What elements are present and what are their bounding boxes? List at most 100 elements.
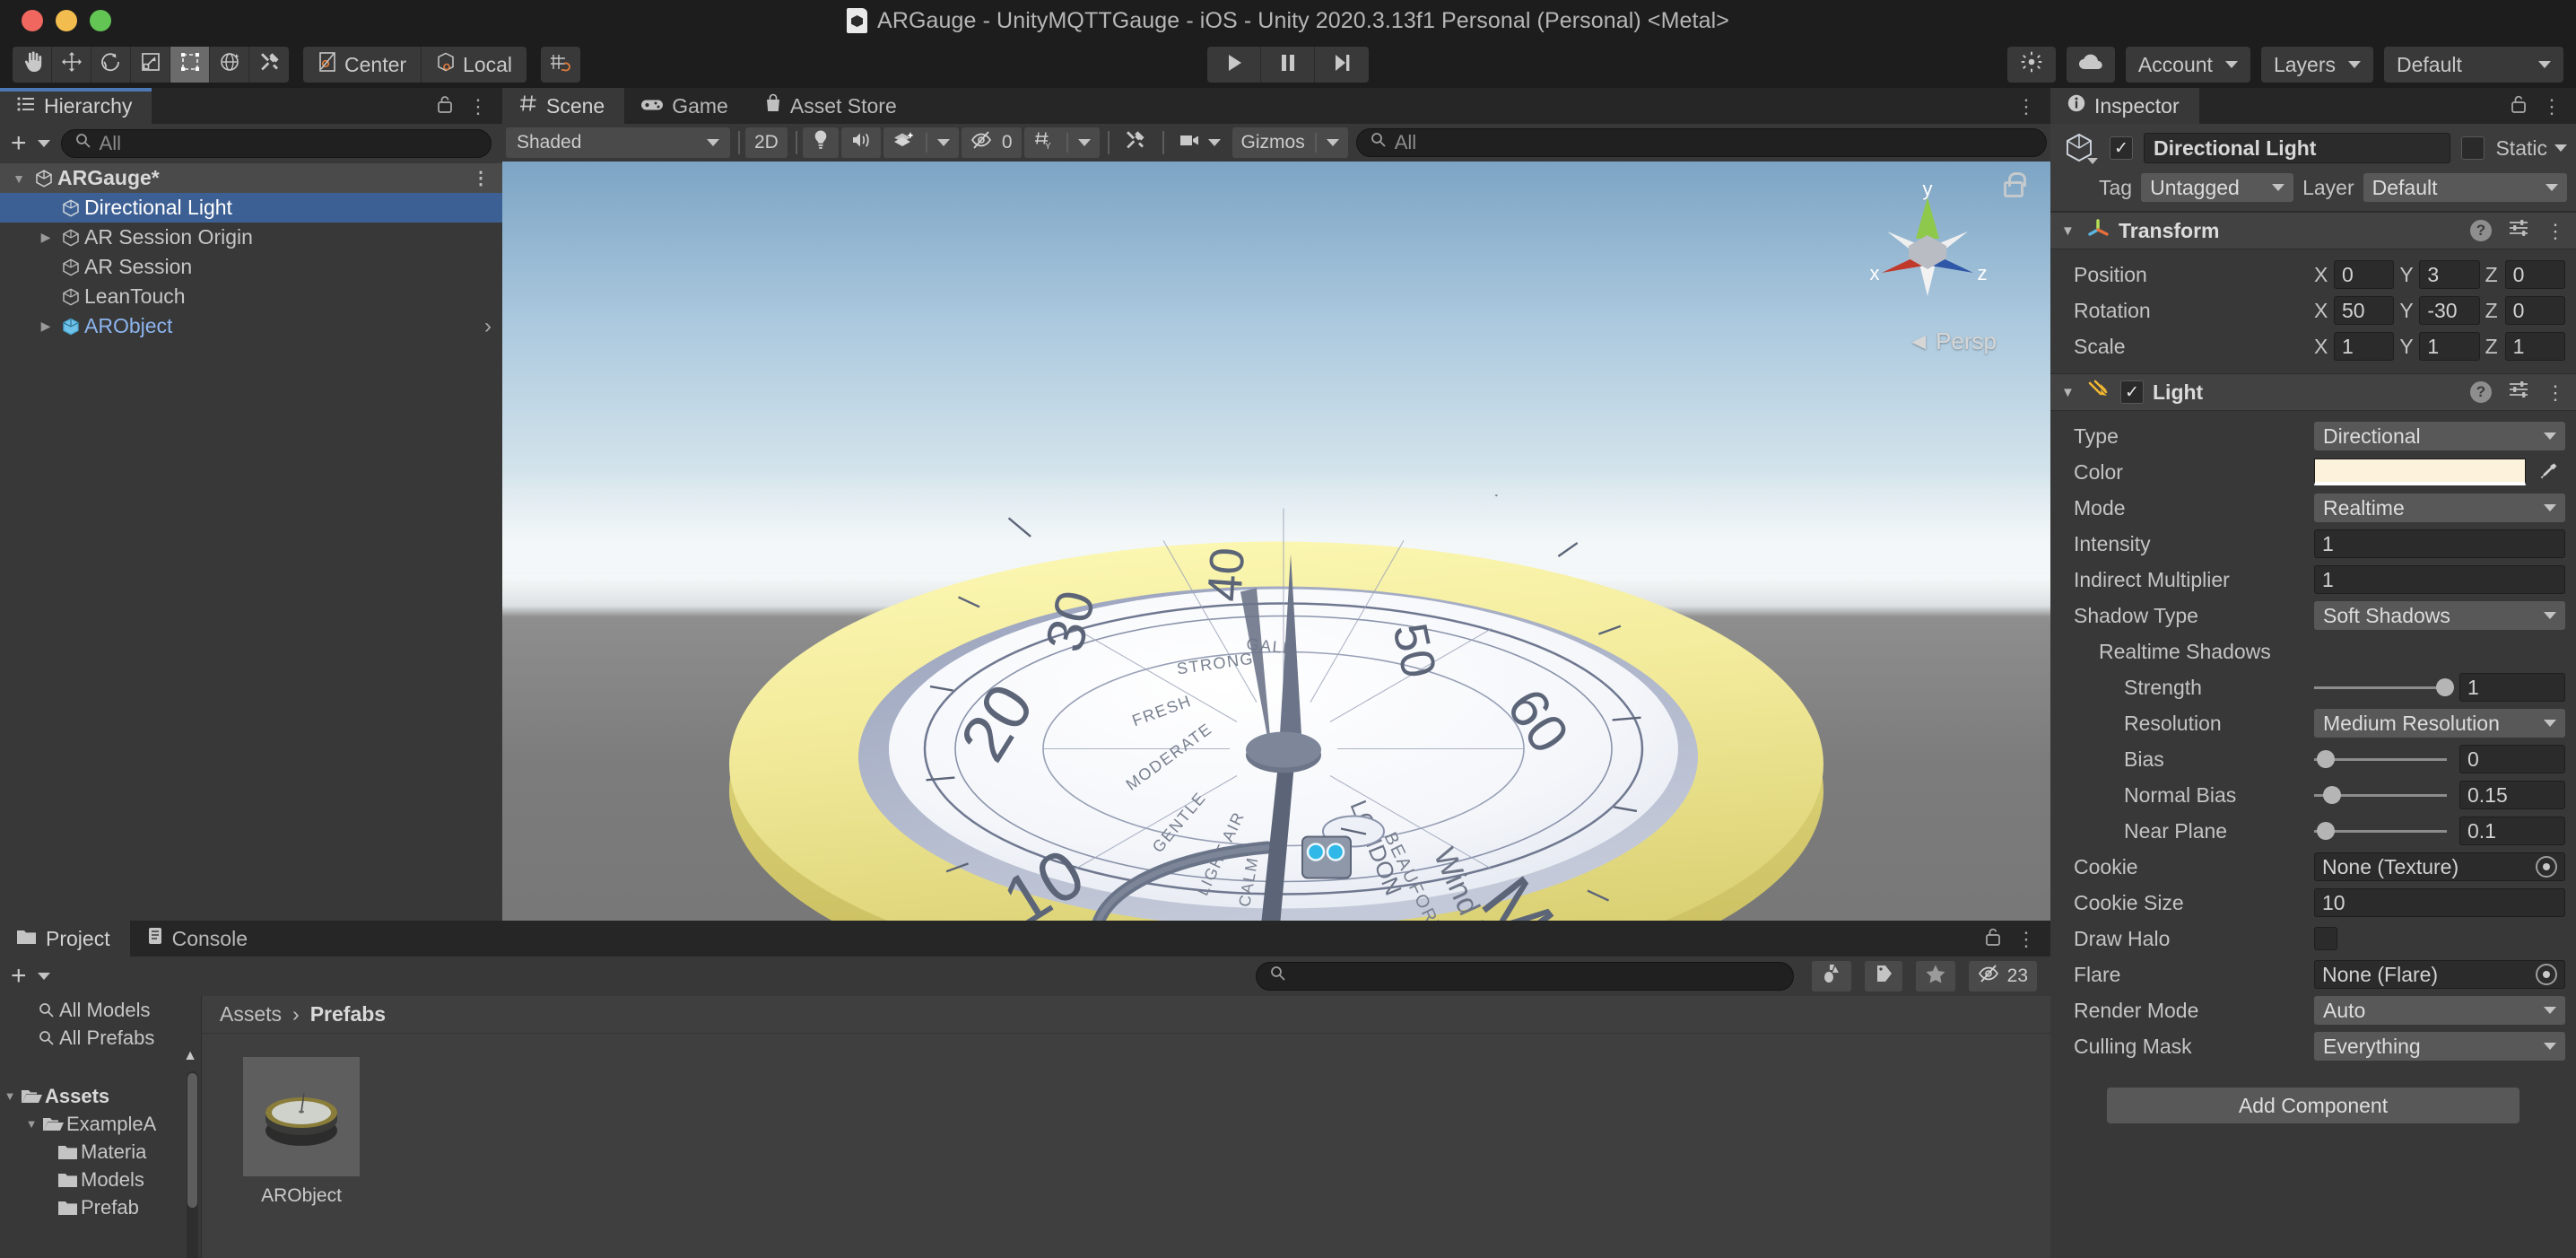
hierarchy-item-argauge[interactable]: ▼ ARGauge* ⋮ [0, 163, 502, 193]
filter-by-type-button[interactable] [1811, 961, 1851, 992]
account-dropdown[interactable]: Account [2125, 47, 2250, 83]
tab-project[interactable]: Project [0, 921, 130, 957]
object-picker-icon[interactable] [2536, 964, 2557, 985]
hierarchy-item-directional-light[interactable]: Directional Light [0, 193, 502, 223]
presets-icon[interactable] [2508, 380, 2529, 405]
help-icon[interactable]: ? [2470, 220, 2492, 241]
hierarchy-search-input[interactable]: All [60, 129, 492, 158]
position-y-input[interactable]: 3 [2419, 260, 2480, 289]
tree-item-all-prefabs[interactable]: All Prefabs [0, 1024, 201, 1052]
add-component-button[interactable]: Add Component [2107, 1088, 2519, 1123]
light-color-swatch[interactable] [2314, 459, 2526, 485]
create-object-button[interactable]: + [11, 130, 27, 157]
component-menu-icon[interactable]: ⋮ [2546, 221, 2565, 240]
tab-asset-store[interactable]: Asset Store [747, 88, 917, 124]
help-icon[interactable]: ? [2470, 381, 2492, 403]
normal-bias-input[interactable]: 0.15 [2459, 781, 2565, 809]
tree-item-models[interactable]: Models [0, 1166, 201, 1193]
draw-halo-checkbox[interactable] [2314, 927, 2337, 950]
scene-grid-dropdown[interactable]: Y [1023, 127, 1100, 158]
tree-item-exampleassets[interactable]: ▼ ExampleA [0, 1110, 201, 1138]
eyedropper-icon[interactable] [2531, 461, 2565, 483]
pivot-mode-button[interactable]: Center [303, 47, 422, 83]
scale-z-input[interactable]: 1 [2504, 332, 2565, 361]
projection-label[interactable]: ◄ Persp [1907, 328, 1997, 355]
cookie-size-input[interactable]: 10 [2314, 888, 2565, 917]
scroll-up-arrow-icon[interactable]: ▲ [183, 1048, 197, 1064]
tree-item-all-models[interactable]: All Models [0, 996, 201, 1024]
scene-camera-dropdown[interactable] [1170, 127, 1230, 158]
padlock-icon[interactable] [1984, 927, 2002, 951]
chevron-down-icon[interactable]: ▼ [2061, 385, 2077, 400]
scene-orientation-gizmo[interactable]: y x z [1860, 178, 1995, 314]
static-checkbox[interactable] [2461, 136, 2485, 160]
rotation-x-input[interactable]: 50 [2334, 296, 2395, 325]
move-tool-button[interactable] [52, 47, 91, 83]
tree-item-assets[interactable]: ▼ Assets [0, 1082, 201, 1110]
layers-dropdown[interactable]: Layers [2260, 47, 2373, 83]
hierarchy-item-arobject[interactable]: ▶ ARObject › [0, 311, 502, 341]
breadcrumb-prefabs[interactable]: Prefabs [310, 1002, 386, 1026]
shadow-bias-slider[interactable] [2314, 745, 2447, 773]
rotation-y-input[interactable]: -30 [2419, 296, 2480, 325]
tree-item-materials[interactable]: Materia [0, 1138, 201, 1166]
toggle-2d-button[interactable]: 2D [745, 127, 788, 158]
object-picker-icon[interactable] [2536, 856, 2557, 878]
chevron-down-icon[interactable] [37, 973, 50, 980]
favorites-button[interactable] [1915, 961, 1955, 992]
tree-item-prefabs[interactable]: Prefab [0, 1193, 201, 1221]
shadow-type-dropdown[interactable]: Soft Shadows [2314, 601, 2565, 630]
chevron-down-icon[interactable] [37, 140, 50, 147]
padlock-icon[interactable] [2510, 94, 2528, 118]
scale-tool-button[interactable] [131, 47, 170, 83]
scene-search-input[interactable]: All [1355, 128, 2047, 157]
normal-bias-slider[interactable] [2314, 781, 2447, 809]
shadow-strength-slider[interactable] [2314, 673, 2455, 702]
chevron-down-icon[interactable]: ▼ [7, 171, 30, 186]
open-prefab-chevron-icon[interactable]: › [484, 314, 492, 339]
play-button[interactable] [1207, 47, 1262, 83]
tab-console[interactable]: Console [129, 921, 267, 957]
light-enabled-checkbox[interactable]: ✓ [2120, 380, 2144, 404]
presets-icon[interactable] [2508, 218, 2529, 243]
breadcrumb-assets[interactable]: Assets [220, 1002, 282, 1026]
filter-by-label-button[interactable] [1864, 961, 1902, 992]
hierarchy-item-ar-session[interactable]: AR Session [0, 252, 502, 282]
scene-lighting-toggle[interactable] [802, 127, 839, 158]
hierarchy-item-leantouch[interactable]: LeanTouch [0, 282, 502, 311]
culling-mask-dropdown[interactable]: Everything [2314, 1032, 2565, 1061]
transform-tool-button[interactable] [210, 47, 249, 83]
project-folder-tree[interactable]: All Models All Prefabs ▼ Assets ▼ Exampl… [0, 996, 202, 1258]
chevron-right-icon[interactable]: ▶ [34, 319, 57, 334]
project-search-input[interactable] [1255, 962, 1794, 991]
scene-component-tools-button[interactable] [1115, 127, 1154, 158]
unlocked-padlock-icon[interactable] [2004, 172, 2026, 197]
hidden-assets-indicator[interactable]: 23 [1968, 961, 2037, 992]
collab-cloud-button[interactable] [2066, 47, 2115, 83]
tab-hierarchy[interactable]: Hierarchy [0, 88, 152, 124]
flare-object-field[interactable]: None (Flare) [2314, 960, 2565, 989]
object-name-input[interactable]: Directional Light [2144, 133, 2451, 163]
asset-item-arobject[interactable]: ARObject [243, 1057, 360, 1207]
handle-rotation-button[interactable]: Local [422, 47, 527, 83]
near-plane-slider[interactable] [2314, 817, 2447, 845]
shadow-resolution-dropdown[interactable]: Medium Resolution [2314, 709, 2565, 738]
scene-menu-icon[interactable]: ⋮ [472, 170, 490, 188]
scale-y-input[interactable]: 1 [2419, 332, 2480, 361]
grid-snapping-button[interactable] [541, 47, 581, 83]
indirect-multiplier-input[interactable]: 1 [2314, 565, 2565, 594]
chevron-down-icon[interactable]: ▼ [0, 1089, 20, 1103]
step-button[interactable] [1315, 47, 1370, 83]
scene-audio-toggle[interactable] [840, 127, 881, 158]
rotation-z-input[interactable]: 0 [2504, 296, 2565, 325]
custom-editor-tool-button[interactable] [249, 47, 289, 83]
chevron-down-icon[interactable]: ▼ [2061, 223, 2077, 239]
project-menu-icon[interactable]: ⋮ [2016, 929, 2036, 948]
tab-scene[interactable]: Scene [502, 88, 625, 124]
create-asset-button[interactable]: + [11, 963, 27, 990]
layer-dropdown[interactable]: Default [2363, 173, 2567, 202]
tab-inspector[interactable]: Inspector [2050, 88, 2199, 124]
inspector-menu-icon[interactable]: ⋮ [2542, 96, 2562, 116]
light-mode-dropdown[interactable]: Realtime [2314, 494, 2565, 522]
hierarchy-item-ar-session-origin[interactable]: ▶ AR Session Origin [0, 223, 502, 252]
